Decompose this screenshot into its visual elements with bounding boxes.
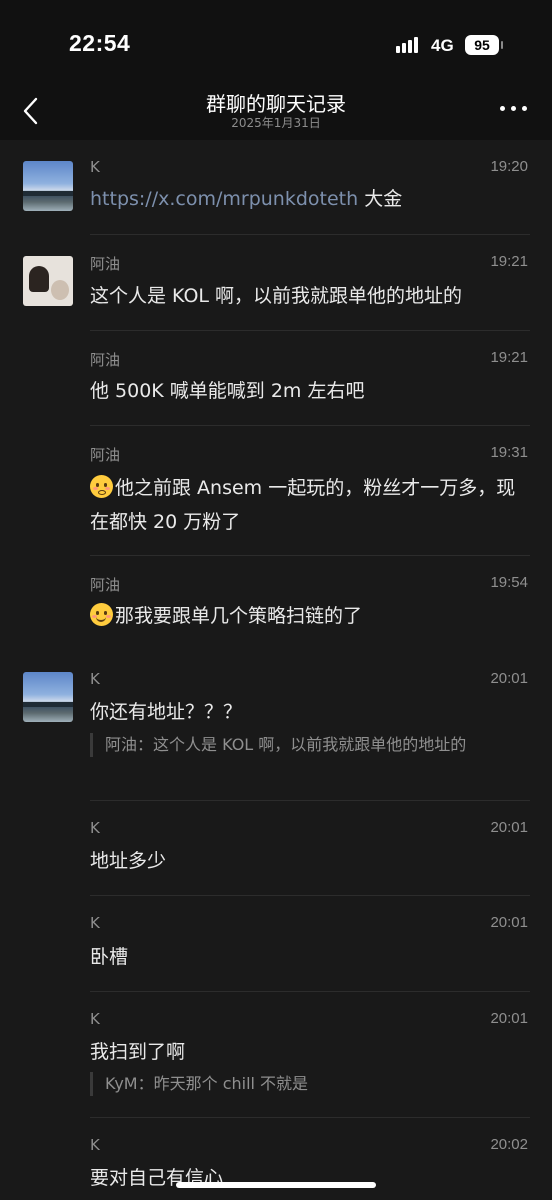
message-text: 要对自己有信心 xyxy=(90,1167,224,1189)
message-time: 19:20 xyxy=(490,158,528,175)
chat-message: 阿油 19:21 这个人是 KOL 啊，以前我就跟单他的地址的 xyxy=(0,235,552,331)
message-text: 那我要跟单几个策略扫链的了 xyxy=(90,599,530,633)
flushed-face-icon xyxy=(90,475,113,498)
message-text-body: 那我要跟单几个策略扫链的了 xyxy=(115,605,363,627)
page-title: 群聊的聊天记录 xyxy=(206,92,346,116)
status-bar: 22:54 4G 95 xyxy=(0,0,552,90)
message-text: 我扫到了啊 xyxy=(90,1041,186,1063)
chat-message: 阿油 19:31 他之前跟 Ansem 一起玩的，粉丝才一万多，现在都快 20 … xyxy=(0,426,552,556)
chat-message: K 19:20 https://x.com/mrpunkdoteth 大金 xyxy=(0,140,552,235)
message-sender: 阿油 xyxy=(90,576,121,594)
message-text-body: 他之前跟 Ansem 一起玩的，粉丝才一万多，现在都快 20 万粉了 xyxy=(90,477,516,533)
avatar-ayou[interactable] xyxy=(23,256,73,306)
message-time: 19:21 xyxy=(490,253,528,270)
chat-message: 阿油 19:21 他 500K 喊单能喊到 2m 左右吧 xyxy=(0,331,552,426)
quoted-message[interactable]: KyM：昨天那个 chill 不就是 xyxy=(90,1072,530,1096)
page-subtitle: 2025年1月31日 xyxy=(231,116,321,130)
message-sender: K xyxy=(90,1136,100,1154)
message-time: 20:01 xyxy=(490,819,528,836)
chat-message: 阿油 19:54 那我要跟单几个策略扫链的了 xyxy=(0,556,552,652)
message-time: 20:01 xyxy=(490,670,528,687)
chat-message: K 20:01 你还有地址？？？ 阿油：这个人是 KOL 啊，以前我就跟单他的地… xyxy=(0,652,552,801)
message-sender: K xyxy=(90,914,100,932)
message-link[interactable]: https://x.com/mrpunkdoteth xyxy=(90,188,358,210)
message-sender: 阿油 xyxy=(90,351,121,369)
message-text: https://x.com/mrpunkdoteth 大金 xyxy=(90,182,530,216)
home-indicator[interactable] xyxy=(176,1182,376,1188)
navigation-bar: 群聊的聊天记录 2025年1月31日 xyxy=(0,90,552,140)
message-text: 这个人是 KOL 啊，以前我就跟单他的地址的 xyxy=(90,285,463,307)
smiling-face-icon xyxy=(90,603,113,626)
status-time: 22:54 xyxy=(69,30,131,56)
avatar-k[interactable] xyxy=(23,161,73,211)
message-sender: K xyxy=(90,158,100,176)
message-time: 19:21 xyxy=(490,349,528,366)
message-text: 他之前跟 Ansem 一起玩的，粉丝才一万多，现在都快 20 万粉了 xyxy=(90,471,530,539)
message-time: 20:02 xyxy=(490,1136,528,1153)
signal-icon xyxy=(396,37,422,53)
more-dots-icon[interactable] xyxy=(500,102,528,114)
message-text: 他 500K 喊单能喊到 2m 左右吧 xyxy=(90,380,365,402)
message-text: 卧槽 xyxy=(90,946,129,968)
quoted-message[interactable]: 阿油：这个人是 KOL 啊，以前我就跟单他的地址的 xyxy=(90,733,530,757)
network-type: 4G xyxy=(431,36,454,55)
message-sender: 阿油 xyxy=(90,446,121,464)
message-sender: K xyxy=(90,670,100,688)
message-time: 20:01 xyxy=(490,1010,528,1027)
chat-message: K 20:01 卧槽 xyxy=(0,896,552,992)
message-sender: 阿油 xyxy=(90,255,121,273)
message-sender: K xyxy=(90,1010,100,1028)
message-text: 你还有地址？？？ xyxy=(90,701,243,723)
message-text-suffix: 大金 xyxy=(358,188,403,210)
battery-icon: 95 xyxy=(465,35,503,55)
message-text: 地址多少 xyxy=(90,850,167,872)
avatar-k[interactable] xyxy=(23,672,73,722)
message-sender: K xyxy=(90,819,100,837)
chat-message: K 20:01 我扫到了啊 KyM：昨天那个 chill 不就是 xyxy=(0,992,552,1118)
message-time: 19:54 xyxy=(490,574,528,591)
message-time: 19:31 xyxy=(490,444,528,461)
chat-message: K 20:01 地址多少 xyxy=(0,801,552,896)
message-time: 20:01 xyxy=(490,914,528,931)
